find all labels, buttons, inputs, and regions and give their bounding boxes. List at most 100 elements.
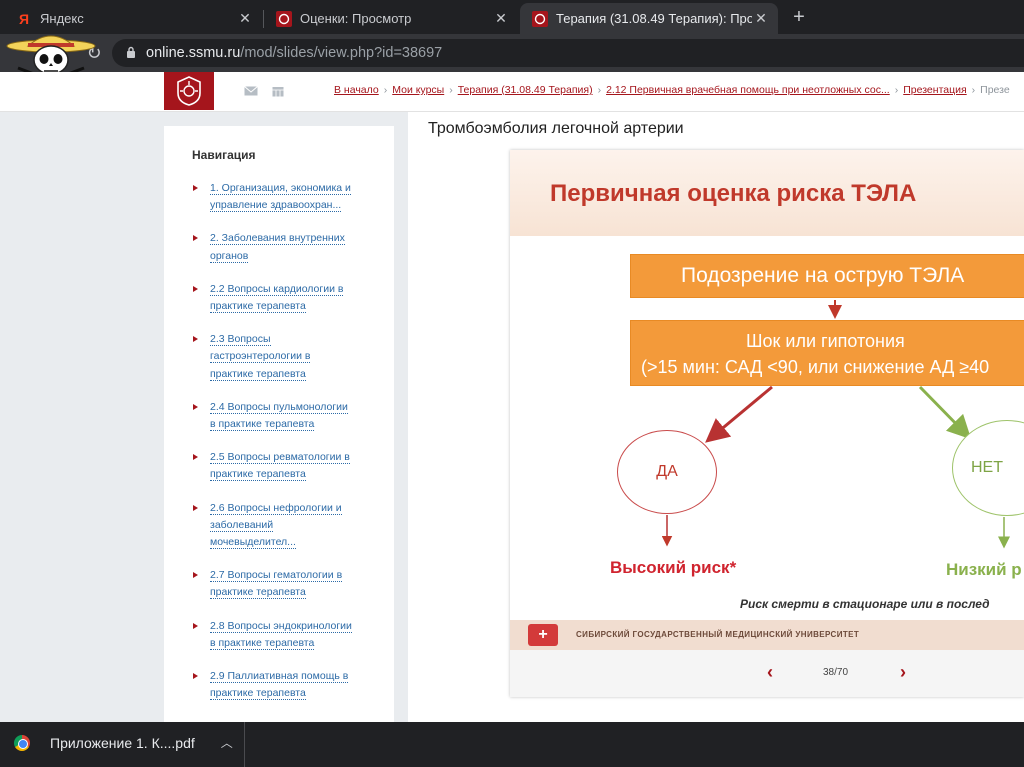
breadcrumb-separator: › [597, 84, 602, 96]
slide-counter: 38/70 [823, 667, 849, 678]
bullet-triangle-icon [193, 572, 198, 579]
url-input[interactable]: online.ssmu.ru/mod/slides/view.php?id=38… [112, 39, 1024, 67]
tab-title: Терапия (31.08.49 Терапия): Про [556, 11, 752, 26]
nav-item[interactable]: 1. Организация, экономика и управление зд… [192, 180, 382, 214]
nav-item-label: 2.3 Вопросы [210, 333, 271, 347]
navigation-block: Навигация 1. Организация, экономика и упр… [164, 126, 394, 722]
nav-item-label: 1. Организация, экономика и [210, 182, 351, 195]
high-risk-label: Высокий риск* [610, 558, 737, 577]
page-title: Тромбоэмболия легочной артерии [428, 120, 684, 137]
nav-item[interactable]: 2.4 Вопросы пульмонологии в практике тера… [192, 399, 382, 433]
download-item[interactable]: Приложение 1. К....pdf ︿ [14, 734, 233, 751]
breadcrumb-separator: › [894, 84, 899, 96]
nav-item[interactable]: 2.6 Вопросы нефрологии и заболеваний мочев… [192, 500, 382, 552]
nav-item-label: 2.6 Вопросы нефрологии и [210, 501, 342, 515]
tab-title: Яндекс [40, 11, 84, 26]
download-filename: Приложение 1. К....pdf [50, 734, 195, 751]
university-logo[interactable] [164, 72, 214, 110]
close-icon[interactable]: ✕ [752, 10, 770, 27]
mail-icon[interactable] [244, 86, 258, 96]
bullet-triangle-icon [193, 336, 198, 343]
first-aid-kit-icon: + [528, 624, 558, 646]
nav-item-label: 2.4 Вопросы пульмонологии [210, 400, 348, 414]
ssmu-emblem-icon [276, 10, 292, 27]
svg-text:Я: Я [19, 12, 29, 26]
nav-item[interactable]: 2.3 Вопросы гастроэнтерологии в практике т… [192, 331, 382, 383]
url-path: /mod/slides/view.php?id=38697 [240, 45, 443, 61]
nav-item-label: 2.9 Паллиативная помощь в [210, 670, 349, 684]
tab-therapy-active[interactable]: Терапия (31.08.49 Терапия): Про ✕ [520, 3, 778, 34]
new-tab-button[interactable]: + [786, 6, 812, 30]
close-icon[interactable]: ✕ [492, 10, 510, 27]
breadcrumb-separator: › [449, 84, 453, 96]
nav-item-label: в практике терапевта [210, 636, 315, 650]
downloads-separator [244, 722, 245, 767]
breadcrumb-link[interactable]: Мои курсы [392, 84, 444, 96]
site-header: В начало › Мои курсы › Терапия (31.08.49 Тер… [0, 72, 1024, 112]
nav-item[interactable]: 2.2 Вопросы кардиологии в практике терапе… [192, 281, 382, 315]
chevron-up-icon[interactable]: ︿ [221, 734, 233, 751]
yandex-icon: Я [16, 11, 32, 27]
breadcrumb-link[interactable]: 2.12 Первичная врачебная помощь при неот… [606, 84, 890, 96]
url-host: online.ssmu.ru [146, 45, 241, 61]
close-icon[interactable]: ✕ [236, 10, 254, 27]
ssmu-emblem-icon [532, 10, 548, 27]
nav-item[interactable]: 2.7 Вопросы гематологии в практике терапе… [192, 567, 382, 601]
nav-item[interactable]: 2.9 Паллиативная помощь в практике терапе… [192, 668, 382, 702]
nav-item-label: 2.7 Вопросы гематологии в [210, 569, 343, 583]
calendar-icon[interactable] [272, 86, 286, 97]
nav-item-label: в практике терапевта [210, 418, 315, 432]
bullet-triangle-icon [193, 285, 198, 292]
no-label: НЕТ [971, 459, 1003, 476]
nav-item-label: органов [210, 249, 249, 263]
tab-grades[interactable]: Оценки: Просмотр ✕ [264, 3, 518, 34]
yes-circle: ДА [617, 430, 717, 514]
box-label: Шок или гипотония [746, 331, 905, 351]
breadcrumb-separator: › [383, 84, 388, 96]
nav-item-label: 2.5 Вопросы ревматологии в [210, 451, 350, 465]
nav-item-label: практике терапевта [210, 367, 306, 381]
navigation-title: Навигация [192, 148, 256, 162]
bullet-triangle-icon [193, 504, 198, 511]
nav-item-label: 2. Заболевания внутренних [210, 232, 345, 246]
nav-item-label: практике терапевта [210, 468, 306, 482]
bullet-triangle-icon [193, 403, 198, 410]
box-label: (>15 мин: САД <90, или снижение АД ≥40 [641, 357, 990, 377]
breadcrumb-link[interactable]: Презентация [903, 84, 966, 96]
low-risk-label: Низкий р [946, 560, 1022, 579]
nav-item-label: практике терапевта [210, 586, 306, 600]
nav-item[interactable]: 2. Заболевания внутренних органов [192, 230, 382, 264]
university-name: СИБИРСКИЙ ГОСУДАРСТВЕННЫЙ МЕДИЦИНСКИЙ УН… [576, 630, 860, 639]
downloads-bar: Приложение 1. К....pdf ︿ [0, 722, 1024, 767]
chrome-icon [14, 734, 30, 751]
breadcrumb-link[interactable]: Терапия (31.08.49 Терапия) [458, 84, 593, 96]
breadcrumb-link[interactable]: В начало [334, 84, 379, 96]
slide-footer: + СИБИРСКИЙ ГОСУДАРСТВЕННЫЙ МЕДИЦИНСКИЙ … [510, 620, 1024, 650]
breadcrumb-separator: › [971, 84, 976, 96]
bullet-triangle-icon [193, 622, 198, 629]
tab-yandex[interactable]: Я Яндекс ✕ [4, 3, 262, 34]
mortality-note: Риск смерти в стационаре или в послед [740, 597, 990, 611]
tab-strip: Я Яндекс ✕ Оценки: Просмотр ✕ Терапия (3… [0, 0, 1024, 34]
breadcrumb-current: Презе [980, 84, 1010, 96]
lock-icon [126, 46, 136, 61]
tab-title: Оценки: Просмотр [300, 11, 412, 26]
slide-image: Первичная оценка риска ТЭЛА Подозрение н… [510, 150, 1024, 650]
next-slide-button[interactable]: › [900, 662, 906, 682]
nav-item[interactable]: 2.8 Вопросы эндокринологии в практике тер… [192, 618, 382, 652]
shock-hypotension-box: Шок или гипотония (>15 мин: САД <90, или… [630, 320, 1024, 386]
previous-slide-button[interactable]: ‹ [767, 662, 773, 682]
nav-item-label: гастроэнтерологии в [210, 350, 311, 364]
slide-pager: ‹ 38/70 › [510, 650, 1024, 697]
arrow-no [918, 385, 972, 440]
box-label: Подозрение на острую ТЭЛА [681, 264, 965, 287]
slide-viewer: Первичная оценка риска ТЭЛА Подозрение н… [510, 150, 1024, 697]
suspected-pe-box: Подозрение на острую ТЭЛА [630, 254, 1024, 298]
arrow-yes [705, 385, 773, 443]
nav-item-label: практике терапевта [210, 300, 306, 314]
yes-label: ДА [656, 463, 678, 480]
nav-item[interactable]: 2.5 Вопросы ревматологии в практике терап… [192, 449, 382, 483]
nav-item-label: заболеваний [210, 518, 274, 532]
bullet-triangle-icon [193, 673, 198, 680]
address-bar: ↻ online.ssmu.ru/mod/slides/view.php?id=… [0, 34, 1024, 72]
